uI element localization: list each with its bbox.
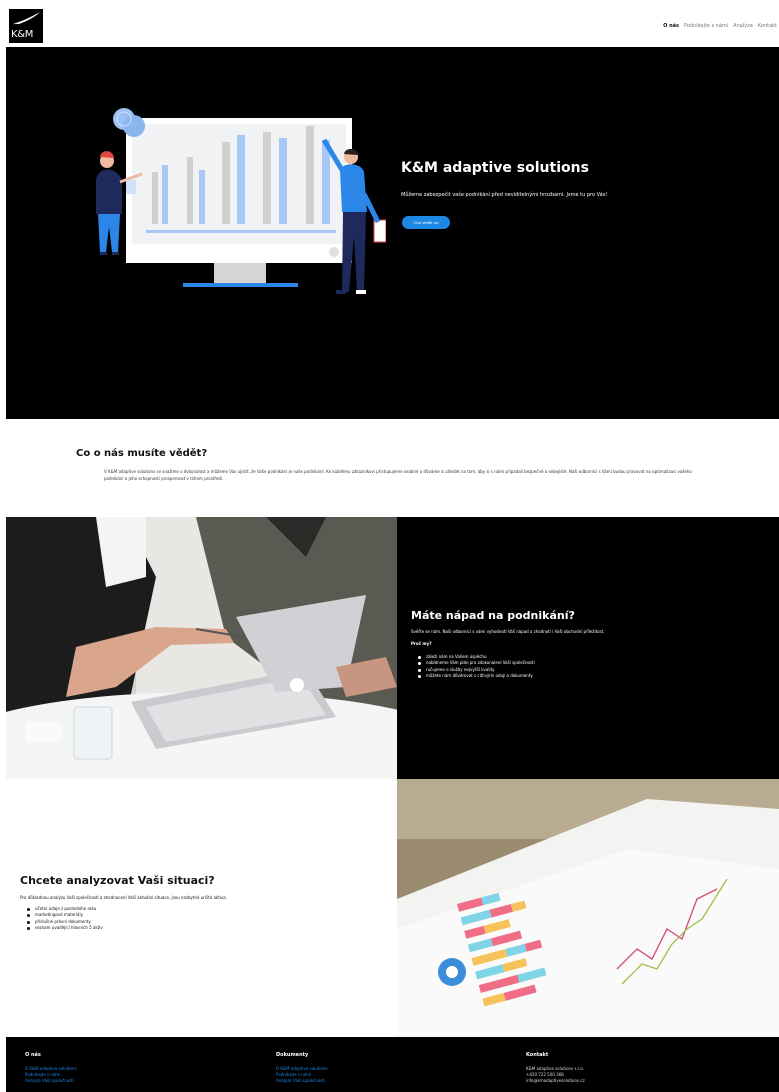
idea-title: Máte nápad na podnikání? (411, 609, 575, 622)
footer-heading: O nás (25, 1052, 41, 1058)
contact-email: info@kmadaptivesolutions.cz (526, 1078, 585, 1083)
hero-illustration (96, 108, 386, 294)
idea-why-heading: Proč my? (411, 641, 432, 646)
footer-contact-column: Kontakt K&M adaptive solutions s.r.o. +4… (526, 1052, 585, 1084)
page: K&M O nás Podnikejte s námi Analýza Kont… (0, 0, 779, 1092)
logo[interactable]: K&M (9, 9, 43, 43)
hero-subtitle: Můžeme zabezpečit vaše podnikání před ne… (401, 192, 608, 198)
footer-documents-column: Dokumenty O K&M adaptive solutions Podni… (276, 1052, 328, 1084)
idea-section: Máte nápad na podnikání? Svěřte se nám. … (397, 517, 779, 779)
analyze-list: účetní údaje z posledního roku marketing… (27, 906, 103, 931)
site-header: K&M O nás Podnikejte s námi Analýza Kont… (0, 0, 779, 47)
footer-heading: Kontakt (526, 1052, 549, 1058)
nav-link-contact[interactable]: Kontakt (758, 23, 777, 29)
about-text: V K&M adaptive solutions se snažíme o do… (104, 469, 692, 481)
nav-link-analysis[interactable]: Analýza (733, 23, 753, 29)
about-title: Co o nás musíte vědět? (76, 448, 208, 459)
nav-link-business[interactable]: Podnikejte s námi (684, 23, 728, 29)
footer-link[interactable]: Analyze Vaší společnosti (25, 1078, 77, 1084)
idea-list: záleží nám na Vašem úspěchu nabídneme Vá… (418, 654, 535, 679)
main-nav: O nás Podnikejte s námi Analýza Kontakt (663, 23, 777, 29)
list-item: seznam uvádějící hlavních 5 aktiv (27, 925, 103, 931)
list-item: můžete nám důvěrovat s citlivými údaji a… (418, 673, 535, 679)
hero-title: K&M adaptive solutions (401, 160, 589, 176)
analyze-text: Pro důkladnou analýzu Vaší společnosti a… (20, 895, 227, 900)
footer-heading: Dokumenty (276, 1052, 309, 1058)
logo-swoosh-icon (13, 12, 40, 24)
analyze-title: Chcete analyzovat Vaši situaci? (20, 874, 215, 887)
idea-text: Svěřte se nám. Naši odborníci s vámi vyh… (411, 629, 605, 634)
laptop-meeting-photo (6, 517, 397, 779)
logo-text: K&M (11, 29, 34, 40)
site-footer: O nás O K&M adaptive solutions Podnikejt… (6, 1037, 779, 1092)
nav-link-about[interactable]: O nás (663, 23, 679, 29)
hero-section: K&M adaptive solutions Můžeme zabezpečit… (6, 47, 779, 419)
footer-link[interactable]: Analyze Vaší společnosti (276, 1078, 328, 1084)
analyze-section: Chcete analyzovat Vaši situaci? Pro důkl… (6, 779, 397, 1037)
learn-more-button[interactable]: Chci vědět víc (402, 216, 450, 229)
footer-about-column: O nás O K&M adaptive solutions Podnikejt… (25, 1052, 77, 1084)
report-charts-photo (397, 779, 779, 1037)
